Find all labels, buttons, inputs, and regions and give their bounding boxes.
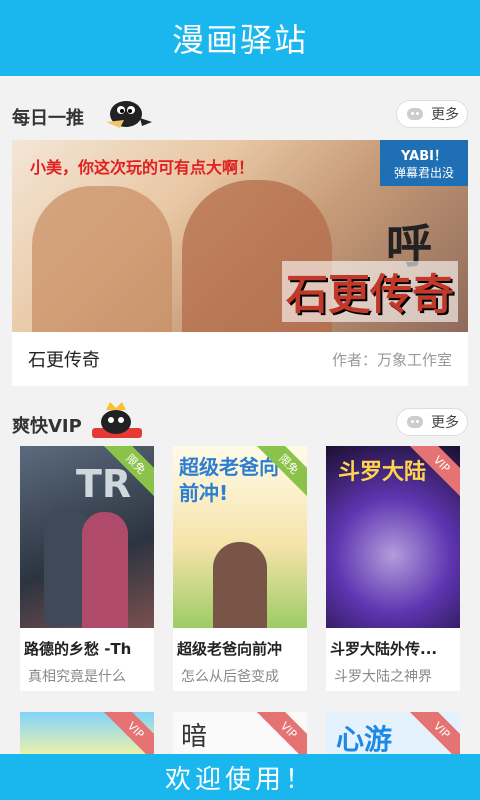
vip-card[interactable]: 超级老爸向前冲! 限免 超级老爸向前冲 怎么从后爸变成	[173, 446, 307, 691]
comic-cover: 超级老爸向前冲! 限免	[173, 446, 307, 628]
crow-king-mascot-icon	[92, 402, 142, 438]
vip-grid: TR 限免 路德的乡愁 -Th 真相究竟是什么 超级老爸向前冲! 限免 超级老爸…	[20, 446, 460, 691]
daily-more-label: 更多	[431, 107, 459, 123]
danmaku-badge: YABI！ 弹幕君出没	[380, 140, 468, 186]
vip-card-title: 超级老爸向前冲	[177, 640, 283, 658]
vip-section-title: 爽快VIP	[12, 416, 82, 437]
danmaku-badge-top: YABI！	[401, 149, 447, 164]
welcome-banner: 欢迎使用！	[0, 754, 480, 800]
daily-feature-card[interactable]: 小美，你这次玩的可有点大啊！ YABI！ 弹幕君出没 呼 石更传奇 石更传奇 作…	[12, 140, 468, 386]
vip-card[interactable]: TR 限免 路德的乡愁 -Th 真相究竟是什么	[20, 446, 154, 691]
vip-card[interactable]: 斗罗大陆 VIP 斗罗大陆外传... 斗罗大陆之神界	[326, 446, 460, 691]
comic-cover: TR 限免	[20, 446, 154, 628]
cover-figure	[82, 512, 128, 628]
cover-text: 斗罗大陆	[338, 460, 427, 485]
cover-text: TR	[76, 462, 132, 506]
vip-card-desc: 斗罗大陆之神界	[334, 669, 432, 685]
vip-card-title: 斗罗大陆外传...	[330, 640, 438, 658]
daily-section-title: 每日一推	[12, 108, 84, 129]
vip-card-title: 路德的乡愁 -Th	[24, 640, 132, 658]
feature-comic-name: 石更传奇	[28, 350, 100, 371]
welcome-text: 欢迎使用！	[164, 764, 315, 795]
cloud-icon	[407, 416, 423, 428]
banner-figure-left	[32, 186, 172, 332]
daily-section-header: 每日一推 更多	[12, 96, 468, 136]
app-header: 漫画驿站	[0, 0, 480, 76]
crow-mascot-icon	[106, 101, 152, 128]
feature-author: 作者：万象工作室	[331, 350, 452, 369]
banner-title: 石更传奇	[281, 261, 458, 322]
banner-speech: 小美，你这次玩的可有点大啊！	[30, 158, 255, 177]
daily-more-button[interactable]: 更多	[396, 100, 468, 128]
vip-more-button[interactable]: 更多	[396, 408, 468, 436]
cover-figure	[213, 542, 267, 628]
feature-caption: 石更传奇 作者：万象工作室	[12, 332, 468, 386]
vip-section-header: 爽快VIP 更多	[12, 402, 468, 444]
vip-card-desc: 真相究竟是什么	[28, 669, 126, 685]
cloud-icon	[407, 108, 423, 120]
comic-cover: 斗罗大陆 VIP	[326, 446, 460, 628]
cover-text: 暗	[181, 722, 208, 752]
vip-more-label: 更多	[431, 415, 459, 431]
danmaku-badge-bottom: 弹幕君出没	[393, 166, 454, 180]
app-title: 漫画驿站	[171, 21, 308, 59]
cover-text: 心游	[336, 723, 393, 756]
feature-banner[interactable]: 小美，你这次玩的可有点大啊！ YABI！ 弹幕君出没 呼 石更传奇	[12, 140, 468, 332]
vip-card-desc: 怎么从后爸变成	[181, 669, 279, 685]
